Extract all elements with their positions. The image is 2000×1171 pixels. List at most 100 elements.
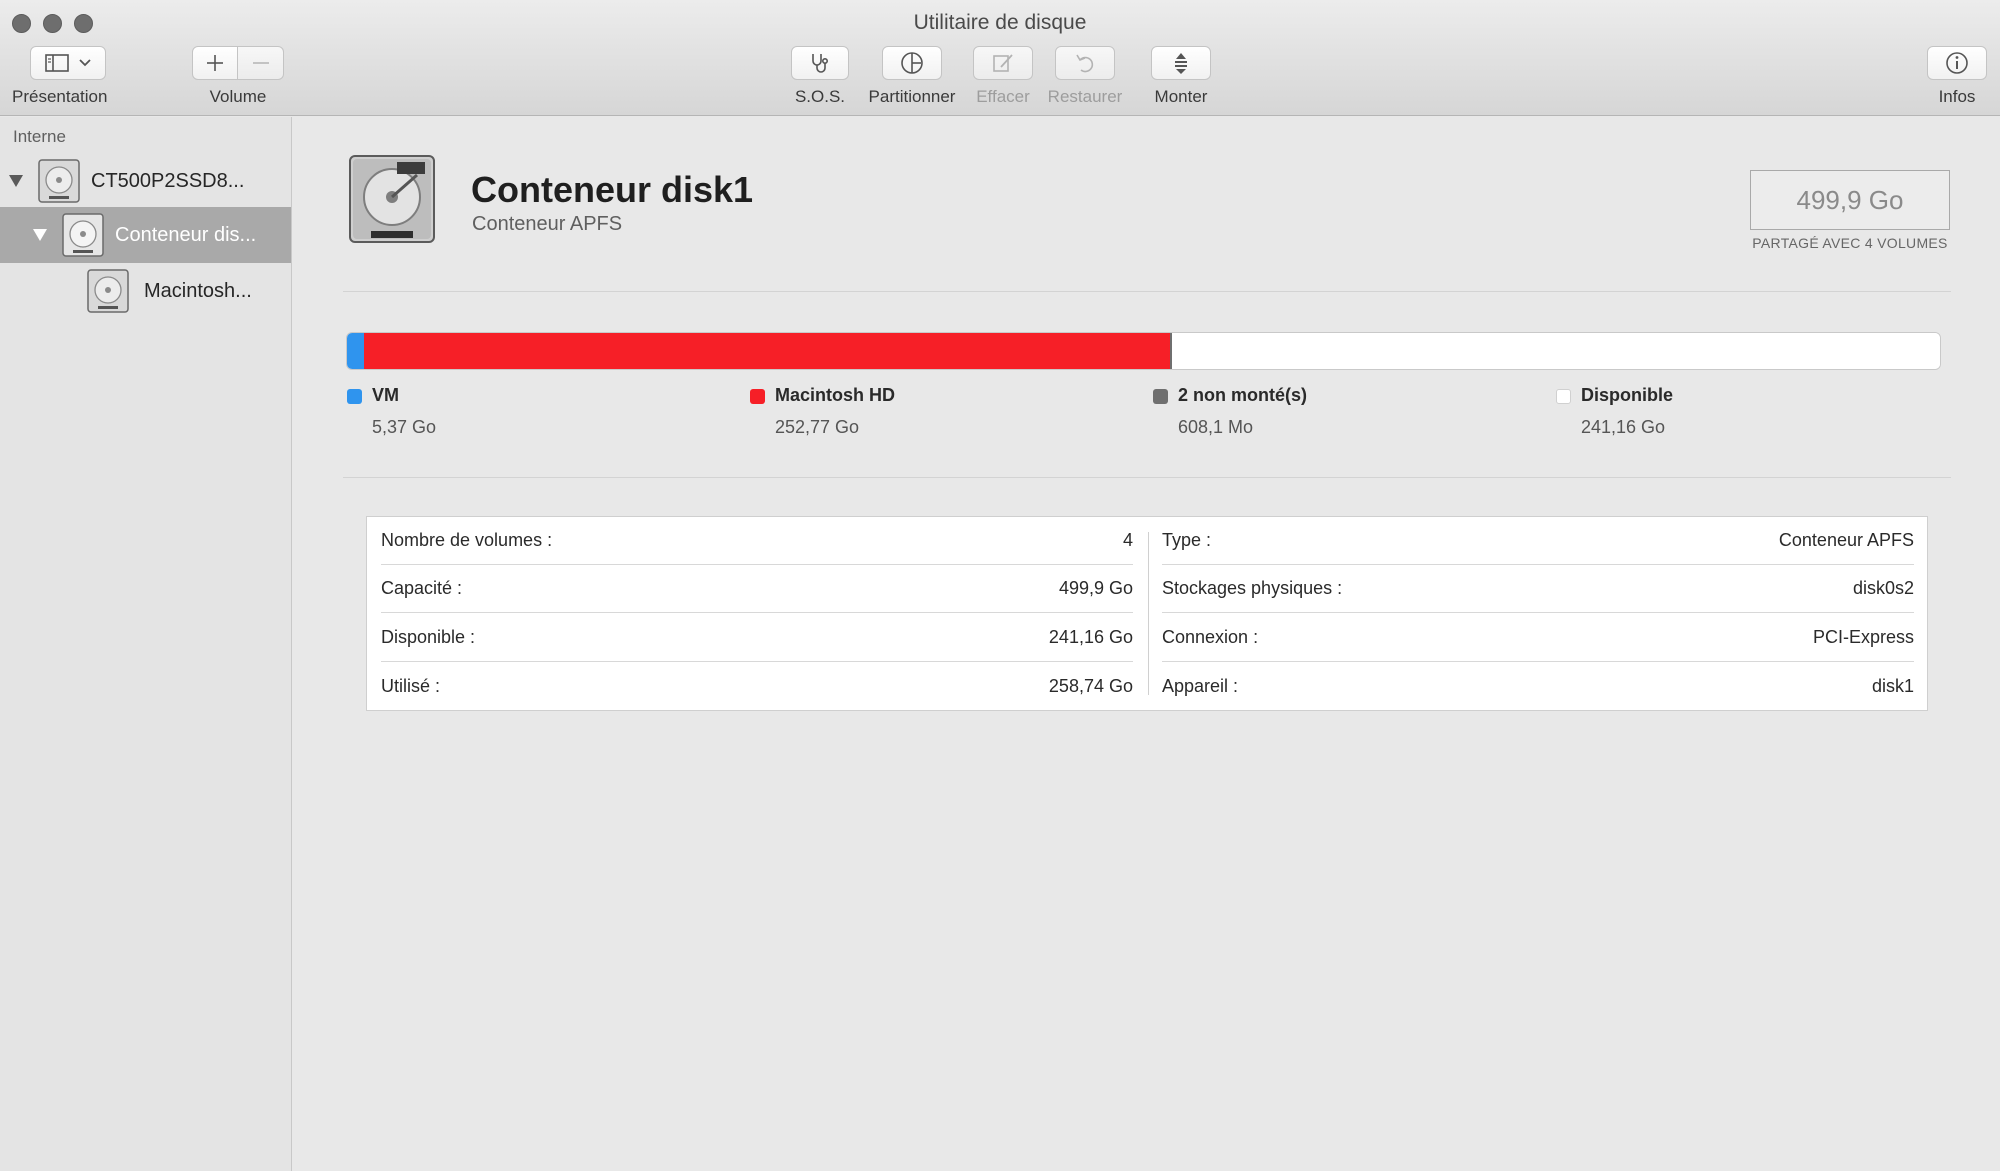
sos-group: S.O.S. (790, 46, 850, 107)
legend-value: 252,77 Go (775, 417, 860, 437)
mount-icon (1175, 53, 1187, 74)
legend-value: 608,1 Mo (1178, 417, 1254, 437)
volume-group: Volume (192, 46, 284, 107)
legend-value: 5,37 Go (372, 417, 437, 437)
usage-bar (346, 332, 1941, 370)
info-label: Utilisé : (381, 675, 441, 696)
restore-label: Restaurer (1047, 87, 1123, 106)
hard-drive-icon (87, 269, 129, 313)
sos-button[interactable] (791, 46, 849, 80)
legend-swatch (347, 389, 362, 404)
info-row: Appareil : disk1 (1162, 662, 1914, 710)
sos-label: S.O.S. (794, 87, 846, 106)
partition-pie-icon (901, 52, 923, 74)
usage-segment-3 (1171, 333, 1940, 369)
info-value: Conteneur APFS (1778, 530, 1914, 550)
sidebar-item-label: Conteneur dis... (115, 223, 257, 246)
info-group: Infos (1927, 46, 1987, 107)
partition-button[interactable] (882, 46, 942, 80)
hard-drive-icon (62, 213, 104, 257)
info-value: 499,9 Go (1058, 578, 1133, 598)
partition-label: Partitionner (868, 87, 956, 106)
info-label: Nombre de volumes : (381, 530, 553, 550)
info-table: Nombre de volumes : 4 Capacité : 499,9 G… (366, 516, 1928, 711)
info-row: Nombre de volumes : 4 (381, 517, 1133, 565)
divider (343, 477, 1951, 478)
legend-swatch (1556, 389, 1571, 404)
sidebar-item-container[interactable]: Conteneur dis... (0, 207, 291, 263)
mount-button[interactable] (1151, 46, 1211, 80)
info-row: Utilisé : 258,74 Go (381, 662, 1133, 710)
restore-group: Restaurer (1045, 46, 1125, 107)
legend-value: 241,16 Go (1581, 417, 1666, 437)
disk-utility-window: Utilitaire de disque Présentation Volume (0, 0, 2000, 1171)
hard-drive-icon (38, 159, 80, 203)
capacity-badge: 499,9 Go (1750, 170, 1950, 230)
legend-name: Macintosh HD (775, 385, 896, 405)
info-button[interactable] (1927, 46, 1987, 80)
mount-label: Monter (1154, 87, 1208, 106)
toolbar: Utilitaire de disque Présentation Volume (0, 0, 2000, 116)
disclosure-triangle-icon[interactable] (33, 229, 47, 241)
info-row: Type : Conteneur APFS (1162, 517, 1914, 565)
mount-group: Monter (1151, 46, 1211, 107)
sidebar-item-label: CT500P2SSD8... (91, 169, 245, 192)
info-column-left: Nombre de volumes : 4 Capacité : 499,9 G… (381, 517, 1133, 710)
info-column-right: Type : Conteneur APFS Stockages physique… (1162, 517, 1914, 710)
page-subtitle: Conteneur APFS (472, 213, 623, 235)
info-label: Appareil : (1162, 675, 1239, 696)
restore-button[interactable] (1055, 46, 1115, 80)
detail-pane: Conteneur disk1 Conteneur APFS 499,9 Go … (293, 117, 2000, 1171)
shared-volumes-note: PARTAGÉ AVEC 4 VOLUMES (1752, 235, 1948, 251)
disclosure-triangle-icon[interactable] (9, 175, 23, 187)
info-label: Connexion : (1162, 627, 1259, 647)
info-label: Capacité : (381, 578, 463, 598)
add-volume-button[interactable] (192, 46, 238, 80)
sidebar-item-label: Macintosh... (144, 279, 252, 302)
presentation-group: Présentation (12, 46, 107, 107)
sidebar-icon (44, 54, 69, 72)
info-label: Type : (1162, 530, 1212, 550)
info-icon (1946, 52, 1968, 74)
sidebar-item-volume[interactable]: Macintosh... (0, 263, 291, 319)
presentation-button[interactable] (29, 46, 106, 80)
info-value: PCI-Express (1812, 627, 1914, 647)
legend-name: VM (372, 385, 399, 405)
sidebar-section-internal: Interne (13, 127, 66, 146)
sidebar-item-physical-disk[interactable]: CT500P2SSD8... (0, 153, 291, 209)
partition-group: Partitionner (862, 46, 962, 107)
erase-icon (993, 54, 1013, 72)
info-value: 4 (1122, 530, 1133, 550)
info-row: Capacité : 499,9 Go (381, 565, 1133, 613)
erase-group: Effacer (972, 46, 1034, 107)
info-row: Disponible : 241,16 Go (381, 614, 1133, 662)
info-value: disk0s2 (1852, 578, 1914, 598)
legend-name: 2 non monté(s) (1178, 385, 1307, 405)
erase-button[interactable] (973, 46, 1033, 80)
info-label: Disponible : (381, 627, 476, 647)
erase-label: Effacer (976, 87, 1030, 106)
stethoscope-icon (812, 54, 829, 73)
page-title: Conteneur disk1 (471, 169, 754, 210)
volume-label: Volume (209, 87, 267, 106)
legend-swatch (750, 389, 765, 404)
info-row: Stockages physiques : disk0s2 (1162, 565, 1914, 613)
plus-icon (207, 55, 223, 71)
sidebar: Interne CT500P2SSD8... Conteneur dis... … (0, 117, 292, 1171)
container-disk-icon (349, 155, 435, 243)
usage-segment-0 (347, 333, 365, 369)
presentation-label: Présentation (12, 87, 108, 106)
minus-icon (252, 62, 269, 64)
info-value: 241,16 Go (1048, 627, 1133, 647)
restore-arrow-icon (1076, 54, 1094, 73)
chevron-down-icon (79, 59, 91, 67)
info-label: Infos (1938, 87, 1976, 106)
divider (343, 291, 1951, 292)
info-label: Stockages physiques : (1162, 578, 1343, 598)
legend-name: Disponible (1581, 385, 1674, 405)
legend-swatch (1153, 389, 1168, 404)
info-value: disk1 (1871, 675, 1914, 696)
remove-volume-button[interactable] (238, 46, 284, 80)
column-divider (1148, 532, 1149, 695)
info-value: 258,74 Go (1048, 675, 1133, 696)
